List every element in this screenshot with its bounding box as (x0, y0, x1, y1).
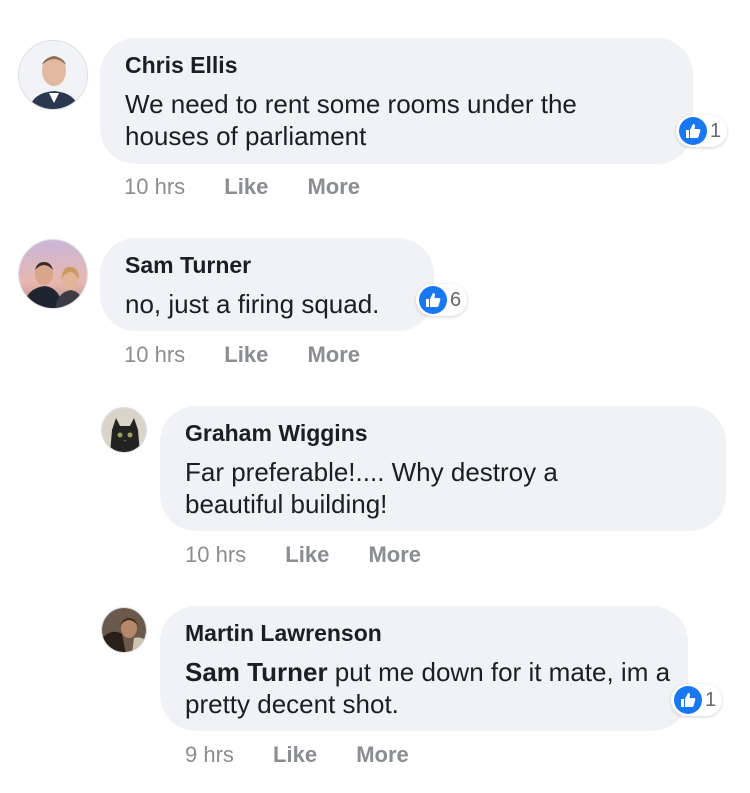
like-button[interactable]: Like (224, 342, 268, 368)
reaction-count: 6 (450, 288, 462, 311)
comment-actions: 10 hrs Like More (124, 174, 360, 200)
avatar[interactable] (18, 40, 88, 110)
thumbs-up-icon (419, 286, 447, 314)
comment-bubble: Graham Wiggins Far preferable!.... Why d… (160, 406, 726, 531)
reaction-badge[interactable]: 6 (416, 284, 468, 316)
comment-bubble: Sam Turner no, just a firing squad. (100, 238, 434, 331)
more-button[interactable]: More (356, 742, 409, 768)
more-button[interactable]: More (307, 342, 360, 368)
comment-text: Sam Turner put me down for it mate, im a… (185, 656, 675, 720)
comment-actions: 10 hrs Like More (124, 342, 360, 368)
comment-author[interactable]: Sam Turner (125, 252, 251, 279)
comment-timestamp[interactable]: 10 hrs (124, 174, 185, 200)
thumbs-up-icon (679, 117, 707, 145)
avatar-photo-icon (19, 41, 87, 109)
comment-text: no, just a firing squad. (125, 288, 425, 320)
more-button[interactable]: More (368, 542, 421, 568)
comment-author[interactable]: Graham Wiggins (185, 420, 368, 447)
avatar-photo-icon (19, 240, 87, 308)
avatar[interactable] (18, 239, 88, 309)
like-button[interactable]: Like (285, 542, 329, 568)
reaction-badge[interactable]: 1 (671, 684, 723, 716)
comment-author[interactable]: Chris Ellis (125, 52, 237, 79)
reaction-count: 1 (705, 688, 717, 711)
comment-timestamp[interactable]: 10 hrs (124, 342, 185, 368)
like-button[interactable]: Like (273, 742, 317, 768)
comment-actions: 10 hrs Like More (185, 542, 421, 568)
comment-bubble: Chris Ellis We need to rent some rooms u… (100, 38, 693, 164)
avatar-photo-icon (102, 408, 146, 452)
mention-link[interactable]: Sam Turner (185, 657, 328, 687)
comment-text-body: no, just a firing squad. (125, 289, 380, 319)
comment-text: Far preferable!.... Why destroy a beauti… (185, 456, 615, 520)
comment-text-body: Far preferable!.... Why destroy a beauti… (185, 457, 558, 519)
comment-timestamp[interactable]: 9 hrs (185, 742, 234, 768)
comment-text: We need to rent some rooms under the hou… (125, 88, 665, 152)
comment-author[interactable]: Martin Lawrenson (185, 620, 382, 647)
comment-bubble: Martin Lawrenson Sam Turner put me down … (160, 606, 688, 731)
comment-timestamp[interactable]: 10 hrs (185, 542, 246, 568)
avatar-photo-icon (102, 608, 146, 652)
reaction-badge[interactable]: 1 (676, 115, 728, 147)
thumbs-up-icon (674, 686, 702, 714)
comment-text-body: We need to rent some rooms under the hou… (125, 89, 577, 151)
avatar[interactable] (101, 607, 147, 653)
reaction-count: 1 (710, 119, 722, 142)
like-button[interactable]: Like (224, 174, 268, 200)
comment-actions: 9 hrs Like More (185, 742, 409, 768)
more-button[interactable]: More (307, 174, 360, 200)
avatar[interactable] (101, 407, 147, 453)
